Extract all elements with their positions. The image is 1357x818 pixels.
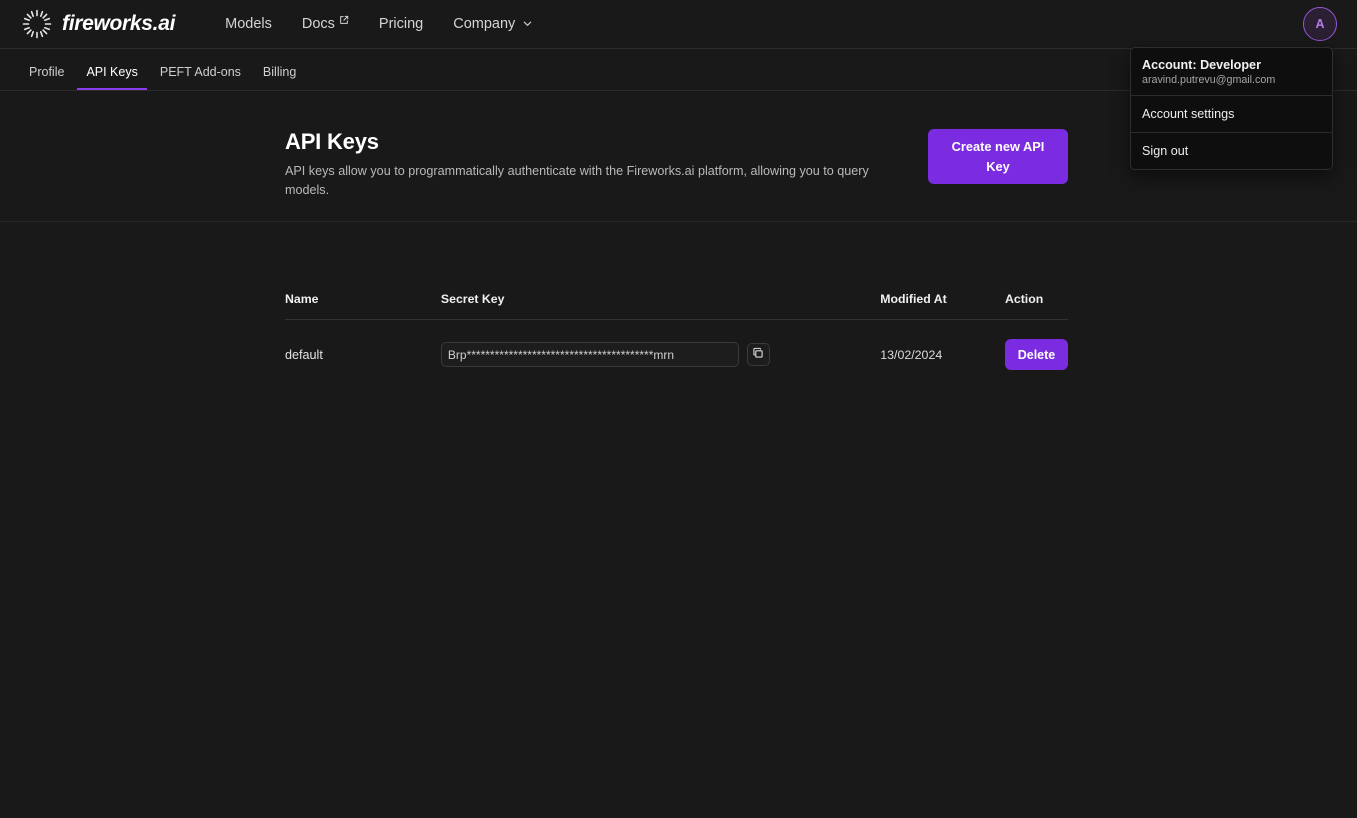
account-info-section: Account: Developer aravind.putrevu@gmail… [1131,48,1332,96]
secret-key-input[interactable] [440,342,739,367]
nav-link-models[interactable]: Models [225,16,272,32]
nav-link-docs[interactable]: Docs [302,15,349,34]
firework-burst-icon [20,7,54,41]
nav-links: Models Docs Pricing Company [225,15,533,34]
nav-link-company-label: Company [453,16,516,32]
page-description: API keys allow you to programmatically a… [285,164,869,197]
chevron-down-icon [519,16,533,33]
copy-icon [752,347,764,362]
tab-profile[interactable]: Profile [20,61,73,90]
api-keys-table: Name Secret Key Modified At Action defau… [285,292,1068,370]
cell-modified-at: 13/02/2024 [880,347,943,362]
secret-key-group [440,342,880,367]
tab-billing[interactable]: Billing [254,61,305,90]
account-email: aravind.putrevu@gmail.com [1142,74,1276,86]
account-dropdown-menu: Account: Developer aravind.putrevu@gmail… [1130,47,1333,170]
delete-api-key-button[interactable]: Delete [1004,339,1068,370]
nav-link-pricing-label: Pricing [378,16,424,32]
nav-link-company[interactable]: Company [453,16,533,33]
nav-link-pricing[interactable]: Pricing [379,16,423,32]
nav-link-docs-label: Docs [301,16,335,32]
page-title: API Keys [285,129,379,154]
nav-link-models-label: Models [225,16,272,32]
column-header-name: Name [285,292,441,320]
table-row: default 13/ [285,320,1068,371]
column-header-action: Action [1004,292,1068,320]
column-header-modified-at: Modified At [880,292,1005,320]
top-navigation-bar: fireworks.ai Models Docs Pricing Company [0,0,1357,49]
brand-logo-link[interactable]: fireworks.ai [20,7,175,41]
avatar[interactable]: A [1303,7,1337,41]
page-header-text: API Keys API keys allow you to programma… [285,129,910,200]
brand-name: fireworks.ai [62,12,176,35]
api-keys-table-wrapper: Name Secret Key Modified At Action defau… [285,292,1068,370]
column-header-secret-key: Secret Key [440,292,881,320]
page-header-content: API Keys API keys allow you to programma… [285,129,1068,200]
cell-action: Delete [1004,320,1068,370]
menu-item-sign-out[interactable]: Sign out [1131,133,1332,169]
menu-item-account-settings[interactable]: Account settings [1131,96,1332,133]
cell-key-name: default [285,347,323,362]
tab-api-keys[interactable]: API Keys [77,61,147,90]
cell-secret-key [440,320,880,371]
tab-peft-add-ons[interactable]: PEFT Add-ons [151,61,250,90]
external-link-icon [339,15,349,34]
copy-secret-key-button[interactable] [746,343,770,366]
table-body: default 13/ [285,320,1068,371]
table-header-row: Name Secret Key Modified At Action [285,292,1068,320]
account-name: Account: Developer [1142,58,1261,72]
avatar-initial: A [1315,17,1325,31]
table-header: Name Secret Key Modified At Action [285,292,1068,320]
create-new-api-key-button[interactable]: Create new API Key [928,129,1068,184]
